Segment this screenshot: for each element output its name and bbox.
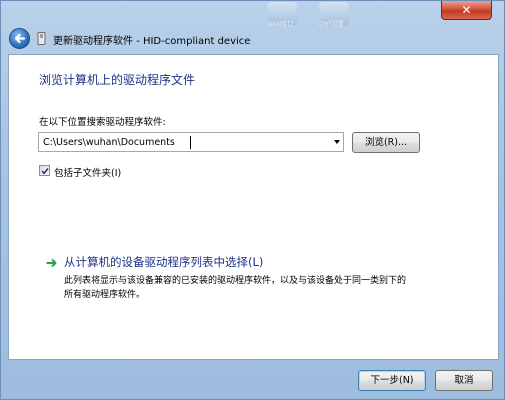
back-button[interactable] (9, 28, 30, 49)
pick-from-list-link[interactable]: 从计算机的设备驱动程序列表中选择(L) (64, 254, 263, 270)
window-title: 更新驱动程序软件 - HID-compliant device (53, 36, 251, 47)
background-icon-label: DNT设置 (319, 21, 344, 28)
next-button[interactable]: 下一步(N) (358, 370, 426, 391)
close-icon: ✕ (461, 3, 472, 17)
browse-button[interactable]: 浏览(R)... (352, 132, 420, 153)
search-location-label: 在以下位置搜索驱动程序软件: (39, 117, 166, 128)
page-heading: 浏览计算机上的驱动程序文件 (39, 73, 196, 87)
pick-from-list-description: 此列表将显示与该设备兼容的已安装的驱动程序软件，以及与该设备处于同一类别下的 所… (64, 274, 406, 302)
cancel-button[interactable]: 取消 (435, 370, 493, 391)
window-frame: WAN接口 DNT设置 ✕ 更新驱动程序软件 - HID-compliant d… (0, 0, 505, 400)
include-subfolders-label[interactable]: 包括子文件夹(I) (54, 165, 121, 179)
green-arrow-icon (46, 258, 57, 268)
content-panel: 浏览计算机上的驱动程序文件 在以下位置搜索驱动程序软件: C:\Users\wu… (8, 54, 499, 360)
text-caret (190, 136, 191, 149)
path-input-value[interactable]: C:\Users\wuhan\Documents (43, 137, 175, 148)
pick-desc-line: 所有驱动程序软件。 (64, 290, 146, 300)
background-desktop-icons: WAN接口 DNT设置 (263, 1, 423, 31)
close-button[interactable]: ✕ (441, 1, 492, 20)
check-icon (41, 168, 49, 175)
dropdown-arrow-icon[interactable] (334, 140, 340, 144)
include-subfolders-checkbox[interactable] (39, 165, 50, 176)
pick-desc-line: 此列表将显示与该设备兼容的已安装的驱动程序软件，以及与该设备处于同一类别下的 (64, 276, 407, 286)
back-arrow-icon (14, 33, 26, 44)
driver-device-icon (37, 32, 46, 45)
path-combobox[interactable]: C:\Users\wuhan\Documents (38, 132, 344, 152)
background-icon-label: WAN接口 (267, 21, 294, 28)
